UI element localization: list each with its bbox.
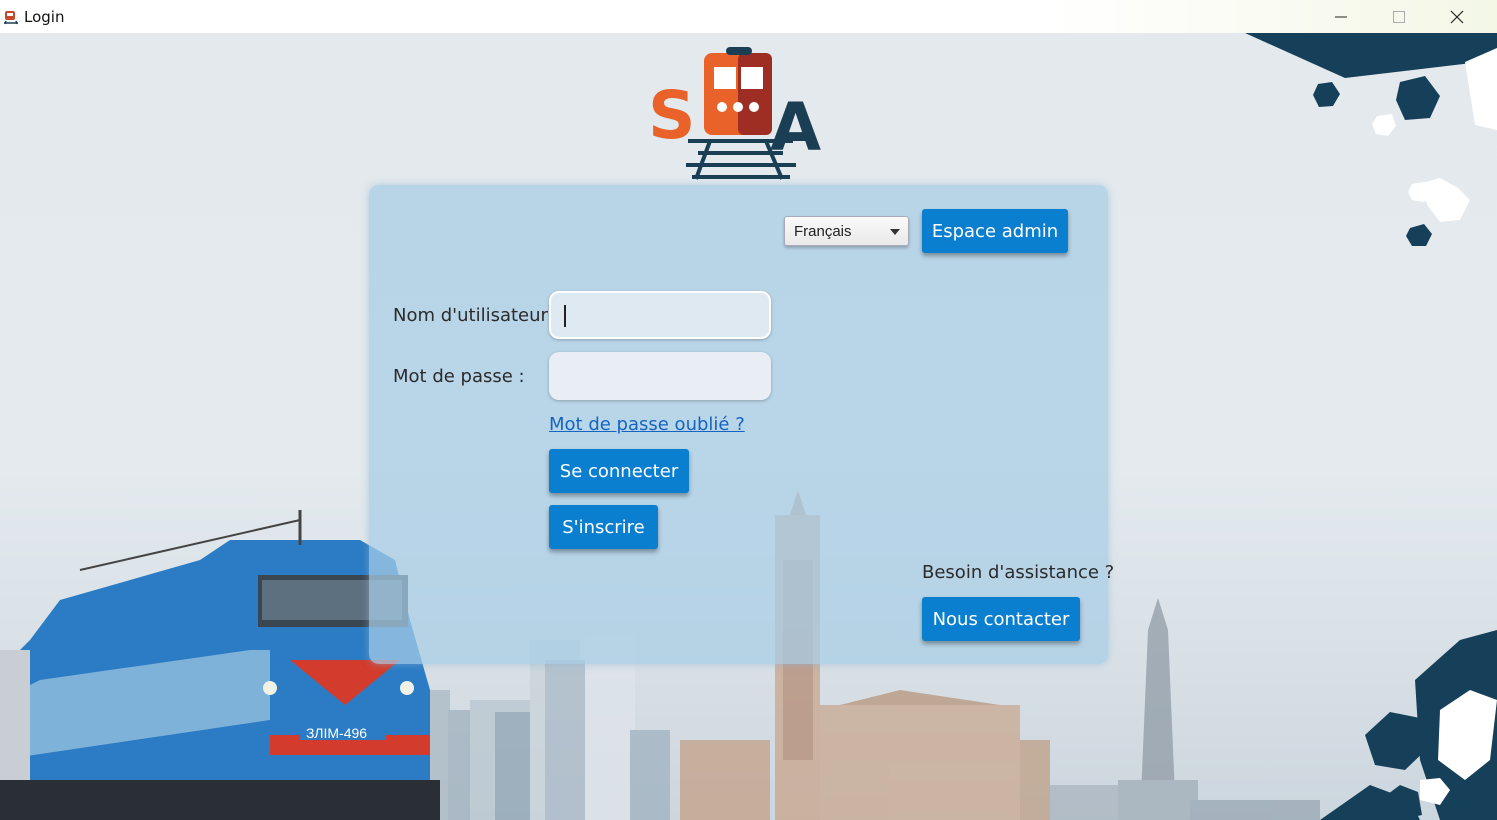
username-input[interactable] [549, 291, 771, 339]
language-selected: Français [794, 222, 852, 240]
train-app-icon [4, 10, 18, 24]
maximize-icon [1393, 10, 1405, 23]
text-caret [564, 305, 566, 327]
hexagon-decoration-bottom [1320, 630, 1497, 820]
login-button[interactable]: Se connecter [549, 449, 689, 493]
hexagon-decoration-top [1245, 33, 1497, 246]
signup-button[interactable]: S'inscrire [549, 505, 658, 549]
password-input[interactable] [549, 352, 771, 400]
admin-space-button[interactable]: Espace admin [922, 209, 1068, 253]
window-title: Login [24, 7, 65, 26]
username-label: Nom d'utilisateur : [393, 305, 560, 326]
close-icon [1450, 10, 1464, 23]
close-button[interactable] [1428, 0, 1486, 33]
maximize-button[interactable] [1370, 0, 1428, 33]
locomotive-plate: ЗЛIМ-496 [306, 725, 367, 741]
window-title-bar: Login [0, 0, 1497, 33]
minimize-icon [1335, 16, 1347, 17]
contact-us-button[interactable]: Nous contacter [922, 597, 1080, 641]
assistance-prompt: Besoin d'assistance ? [922, 562, 1115, 583]
password-label: Mot de passe : [393, 366, 525, 387]
forgot-password-link[interactable]: Mot de passe oublié ? [549, 414, 745, 435]
chevron-down-icon [890, 229, 900, 235]
sa-train-logo: S A [648, 47, 821, 180]
minimize-button[interactable] [1312, 0, 1370, 33]
language-select[interactable]: Français [784, 216, 909, 246]
